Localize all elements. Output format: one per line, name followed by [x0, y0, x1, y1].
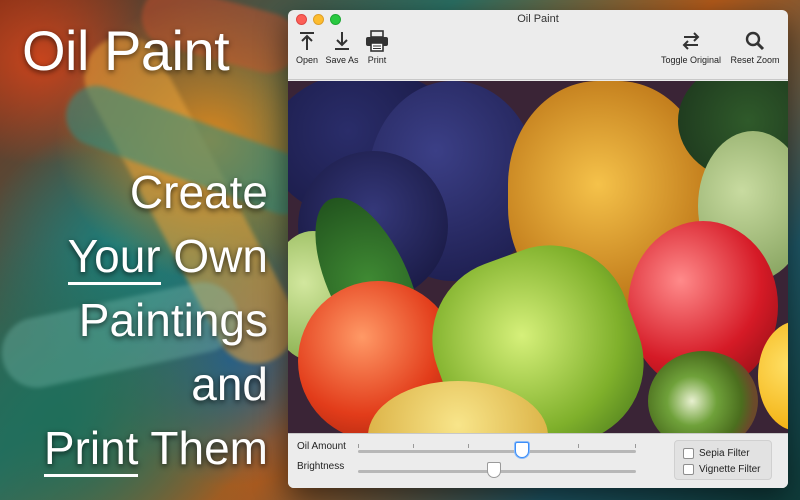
promo-line: Paintings [78, 294, 268, 346]
painting-canvas[interactable] [288, 81, 788, 433]
vignette-filter-option[interactable]: Vignette Filter [683, 462, 761, 476]
promo-title: Oil Paint [22, 19, 230, 82]
slider-tick [578, 444, 579, 448]
brightness-knob[interactable] [487, 462, 502, 478]
sepia-filter-label: Sepia Filter [699, 447, 750, 459]
printer-icon [366, 30, 388, 52]
magnifier-icon [745, 31, 765, 51]
brightness-slider[interactable] [358, 462, 636, 478]
vignette-filter-checkbox[interactable] [683, 463, 694, 475]
maximize-window-button[interactable] [330, 14, 341, 25]
slider-tick [413, 444, 414, 448]
brightness-label: Brightness [297, 461, 345, 472]
promo-word: Them [138, 422, 268, 474]
close-window-button[interactable] [296, 14, 307, 25]
slider-tick [635, 444, 636, 448]
upload-icon [300, 32, 314, 50]
promo-line: Print Them [43, 416, 268, 480]
sepia-filter-option[interactable]: Sepia Filter [683, 446, 750, 460]
promo-line: Create [129, 166, 268, 218]
slider-tick [468, 444, 469, 448]
oil-amount-knob[interactable] [515, 442, 530, 458]
download-icon [335, 32, 349, 50]
toggle-original-label: Toggle Original [660, 55, 722, 65]
save-as-button[interactable]: Save As [324, 30, 360, 65]
promo-underlined-word: Your [67, 230, 161, 285]
save-as-label: Save As [325, 55, 359, 65]
print-button[interactable]: Print [362, 30, 392, 65]
app-window: Oil Paint Open Save As Print Toggle Orig… [288, 10, 788, 488]
title-bar: Oil Paint [288, 10, 788, 28]
window-title: Oil Paint [517, 13, 559, 25]
minimize-window-button[interactable] [313, 14, 324, 25]
promo-tagline: Create Your Own Paintings and Print Them [43, 160, 268, 480]
window-controls [296, 14, 341, 25]
swap-arrows-icon [682, 32, 700, 50]
slider-tick [358, 444, 359, 448]
toolbar: Open Save As Print Toggle Original Reset… [288, 28, 788, 80]
filter-options: Sepia Filter Vignette Filter [674, 440, 772, 480]
promo-underlined-word: Print [43, 422, 139, 477]
oil-amount-label: Oil Amount [297, 441, 346, 452]
promo-line: Your Own [44, 224, 268, 288]
toggle-original-button[interactable]: Toggle Original [658, 30, 724, 65]
promo-line: and [191, 358, 268, 410]
print-label: Print [367, 55, 387, 65]
promo-word: Own [160, 230, 268, 282]
vignette-filter-label: Vignette Filter [699, 463, 761, 475]
reset-zoom-button[interactable]: Reset Zoom [728, 30, 782, 65]
controls-panel: Oil Amount Brightness Sepia Filter Vigne… [288, 433, 788, 488]
reset-zoom-label: Reset Zoom [730, 55, 780, 65]
sepia-filter-checkbox[interactable] [683, 447, 694, 459]
open-label: Open [295, 55, 319, 65]
open-button[interactable]: Open [294, 30, 320, 65]
oil-amount-slider[interactable] [358, 442, 636, 458]
